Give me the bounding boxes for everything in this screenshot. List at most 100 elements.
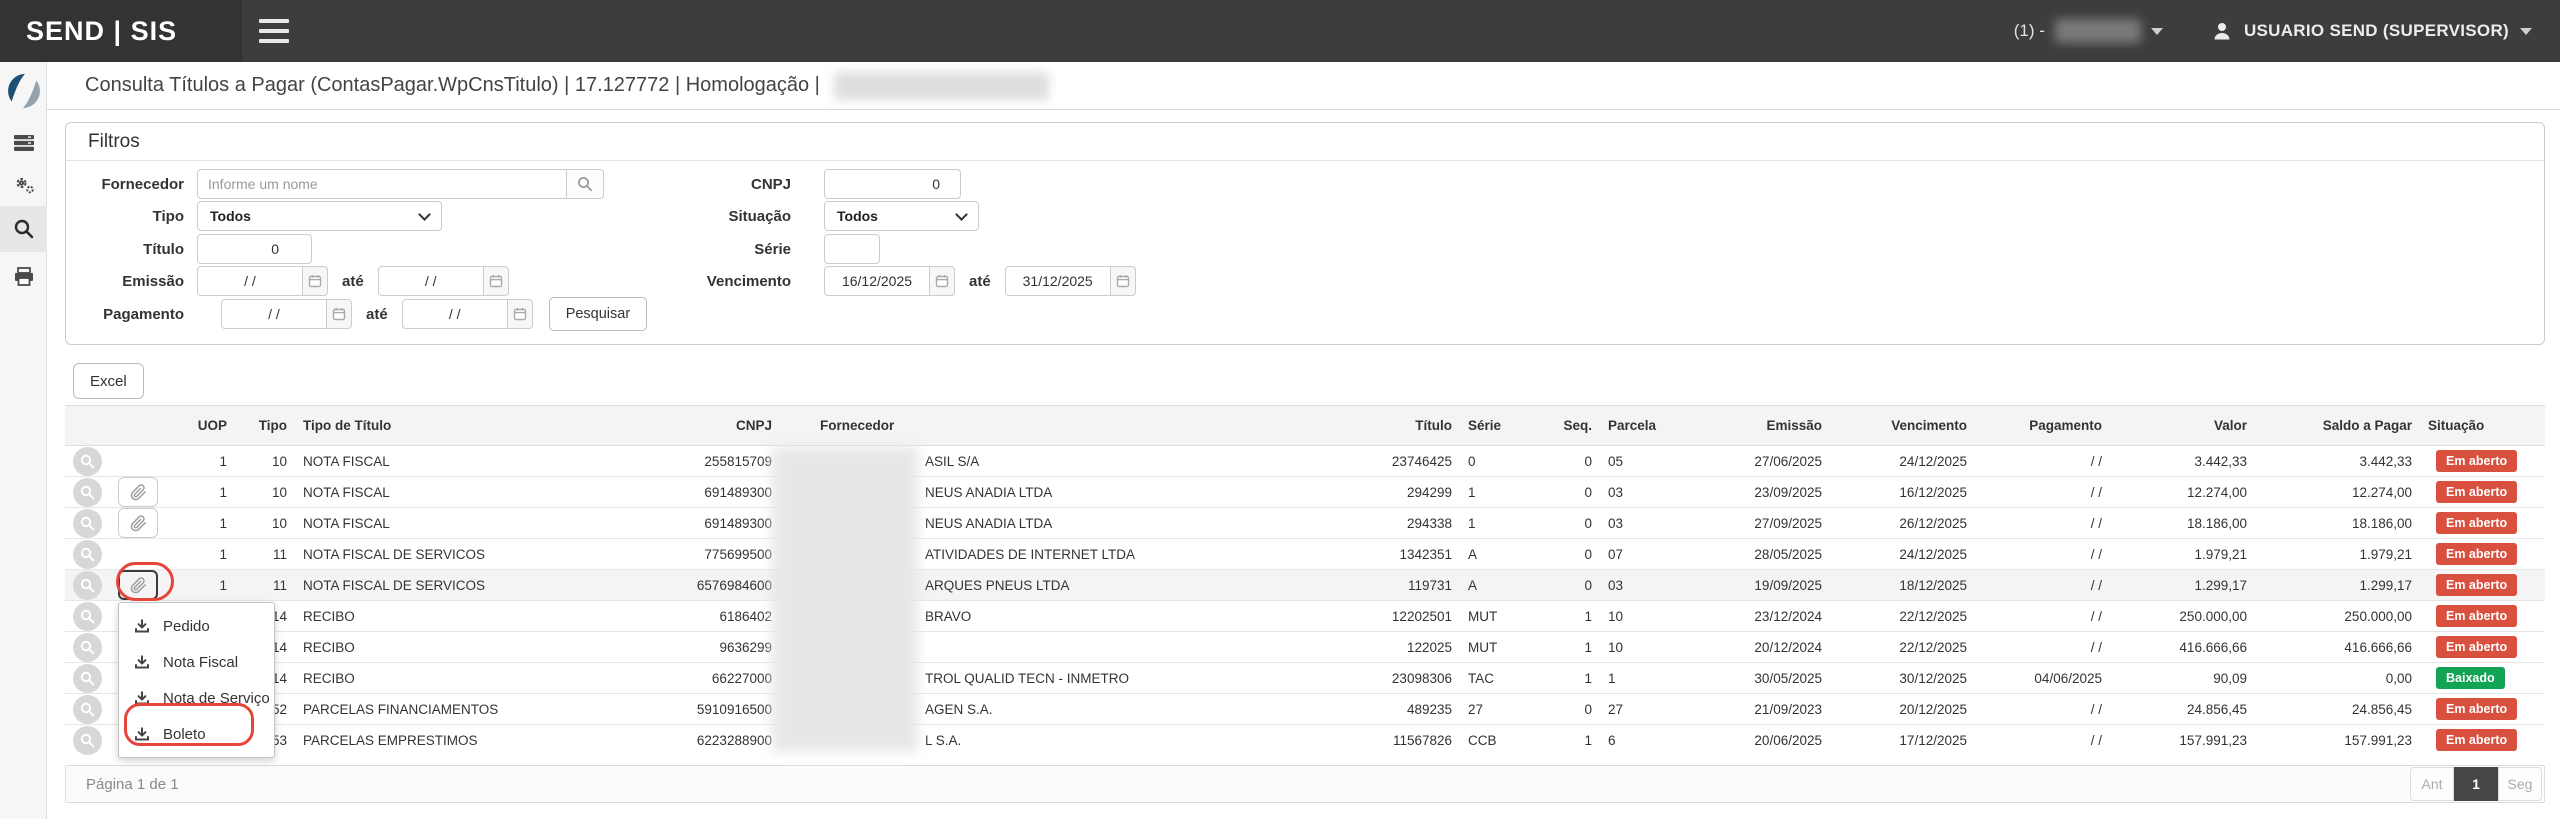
titulo-input[interactable] <box>197 234 312 264</box>
cell-tipo_titulo: NOTA FISCAL <box>295 446 655 477</box>
menu-item-nota-de-servico[interactable]: Nota de Serviço <box>119 680 274 716</box>
sidebar-item-settings[interactable] <box>0 162 47 208</box>
pagamento-to-input[interactable] <box>402 299 508 329</box>
cell-vencimento: 20/12/2025 <box>1830 694 1975 725</box>
attachments-button[interactable] <box>118 508 158 538</box>
cell-cnpj: 691489300 <box>655 477 780 508</box>
cell-serie: A <box>1460 539 1540 570</box>
emissao-to-input[interactable] <box>378 266 484 296</box>
cell-serie: A <box>1460 570 1540 601</box>
menu-item-label: Boleto <box>163 726 206 743</box>
table-row: 110NOTA FISCAL691489300NEUS ANADIA LTDA2… <box>65 477 2545 508</box>
pagination-page-1-button[interactable]: 1 <box>2454 767 2498 801</box>
cell-saldo: 250.000,00 <box>2255 601 2420 632</box>
pagination-prev-button[interactable]: Ant <box>2410 767 2454 801</box>
row-details-button[interactable] <box>73 509 102 538</box>
filters-form: Fornecedor Tipo Todos Título Emissão até <box>66 161 2544 344</box>
attachments-button[interactable] <box>118 477 158 507</box>
menu-item-nota-fiscal[interactable]: Nota Fiscal <box>119 644 274 680</box>
row-details-button[interactable] <box>73 726 102 755</box>
row-details-button[interactable] <box>73 633 102 662</box>
emissao-from-input[interactable] <box>197 266 303 296</box>
column-header: Situação <box>2420 406 2545 446</box>
excel-export-button[interactable]: Excel <box>73 363 144 399</box>
cell-titulo: 23746425 <box>1300 446 1460 477</box>
cell-saldo: 24.856,45 <box>2255 694 2420 725</box>
cell-seq: 1 <box>1540 663 1600 694</box>
printer-icon <box>13 267 35 287</box>
row-details-button[interactable] <box>73 602 102 631</box>
sidebar-item-print[interactable] <box>0 254 47 300</box>
cell-pagamento: / / <box>1975 632 2110 663</box>
pagination-next-button[interactable]: Seg <box>2498 767 2542 801</box>
cell-vencimento: 26/12/2025 <box>1830 508 1975 539</box>
cell-serie: MUT <box>1460 601 1540 632</box>
vencimento-to-input[interactable] <box>1005 266 1111 296</box>
row-details-button[interactable] <box>73 478 102 507</box>
calendar-button[interactable] <box>929 266 955 296</box>
cnpj-input[interactable] <box>824 169 961 199</box>
cell-cnpj: 5910916500 <box>655 694 780 725</box>
cell-seq: 1 <box>1540 725 1600 756</box>
column-header: Parcela <box>1600 406 1690 446</box>
page-info: Página 1 de 1 <box>86 776 179 793</box>
pesquisar-button[interactable]: Pesquisar <box>549 297 647 331</box>
gears-icon <box>12 174 36 196</box>
cell-cnpj: 691489300 <box>655 508 780 539</box>
tipo-select[interactable]: Todos <box>197 201 442 231</box>
results-table-wrapper: UOPTipoTipo de TítuloCNPJFornecedorTítul… <box>65 405 2545 756</box>
hamburger-menu-icon[interactable] <box>259 17 291 45</box>
cell-emissao: 23/12/2024 <box>1690 601 1830 632</box>
calendar-button[interactable] <box>507 299 533 329</box>
cell-cnpj: 6223288900 <box>655 725 780 756</box>
table-row: 110NOTA FISCAL255815709ASIL S/A237464250… <box>65 446 2545 477</box>
cell-seq: 0 <box>1540 446 1600 477</box>
calendar-button[interactable] <box>302 266 328 296</box>
main-content: Filtros Fornecedor Tipo Todos Título Emi… <box>47 110 2560 819</box>
sidebar-item-menu[interactable] <box>0 120 47 166</box>
sidebar-item-search[interactable] <box>0 206 47 252</box>
cell-titulo: 23098306 <box>1300 663 1460 694</box>
row-details-button[interactable] <box>73 664 102 693</box>
fornecedor-input[interactable] <box>197 169 567 199</box>
situacao-select[interactable]: Todos <box>824 201 979 231</box>
cell-pagamento: / / <box>1975 601 2110 632</box>
menu-item-boleto[interactable]: Boleto <box>119 716 274 752</box>
menu-item-label: Pedido <box>163 618 210 635</box>
row-details-button[interactable] <box>73 571 102 600</box>
cell-vencimento: 22/12/2025 <box>1830 601 1975 632</box>
company-prefix: (1) - <box>2014 21 2045 41</box>
cell-saldo: 1.299,17 <box>2255 570 2420 601</box>
titulo-label: Título <box>71 241 184 258</box>
chevron-down-icon <box>955 208 968 221</box>
cell-uop: 1 <box>165 446 235 477</box>
company-selector[interactable]: (1) - <box>2014 19 2163 43</box>
attachments-button[interactable] <box>118 570 158 600</box>
row-details-button[interactable] <box>73 540 102 569</box>
cell-parcela: 27 <box>1600 694 1690 725</box>
cell-saldo: 416.666,66 <box>2255 632 2420 663</box>
results-table: UOPTipoTipo de TítuloCNPJFornecedorTítul… <box>65 405 2545 756</box>
cell-tipo: 11 <box>235 570 295 601</box>
cell-pagamento: / / <box>1975 694 2110 725</box>
column-header: UOP <box>165 406 235 446</box>
calendar-button[interactable] <box>483 266 509 296</box>
vencimento-from-input[interactable] <box>824 266 930 296</box>
column-header: Fornecedor <box>780 406 1300 446</box>
status-badge: Em aberto <box>2436 698 2517 720</box>
status-badge: Em aberto <box>2436 729 2517 751</box>
calendar-button[interactable] <box>1110 266 1136 296</box>
cell-titulo: 119731 <box>1300 570 1460 601</box>
cell-vencimento: 18/12/2025 <box>1830 570 1975 601</box>
row-details-button[interactable] <box>73 695 102 724</box>
menu-item-pedido[interactable]: Pedido <box>119 608 274 644</box>
cell-pagamento: / / <box>1975 570 2110 601</box>
row-details-button[interactable] <box>73 447 102 476</box>
column-header: Seq. <box>1540 406 1600 446</box>
calendar-button[interactable] <box>326 299 352 329</box>
pagamento-from-input[interactable] <box>221 299 327 329</box>
cell-uop: 1 <box>165 539 235 570</box>
user-menu[interactable]: USUARIO SEND (SUPERVISOR) <box>2211 20 2532 42</box>
cell-valor: 24.856,45 <box>2110 694 2255 725</box>
serie-input[interactable] <box>824 234 880 264</box>
